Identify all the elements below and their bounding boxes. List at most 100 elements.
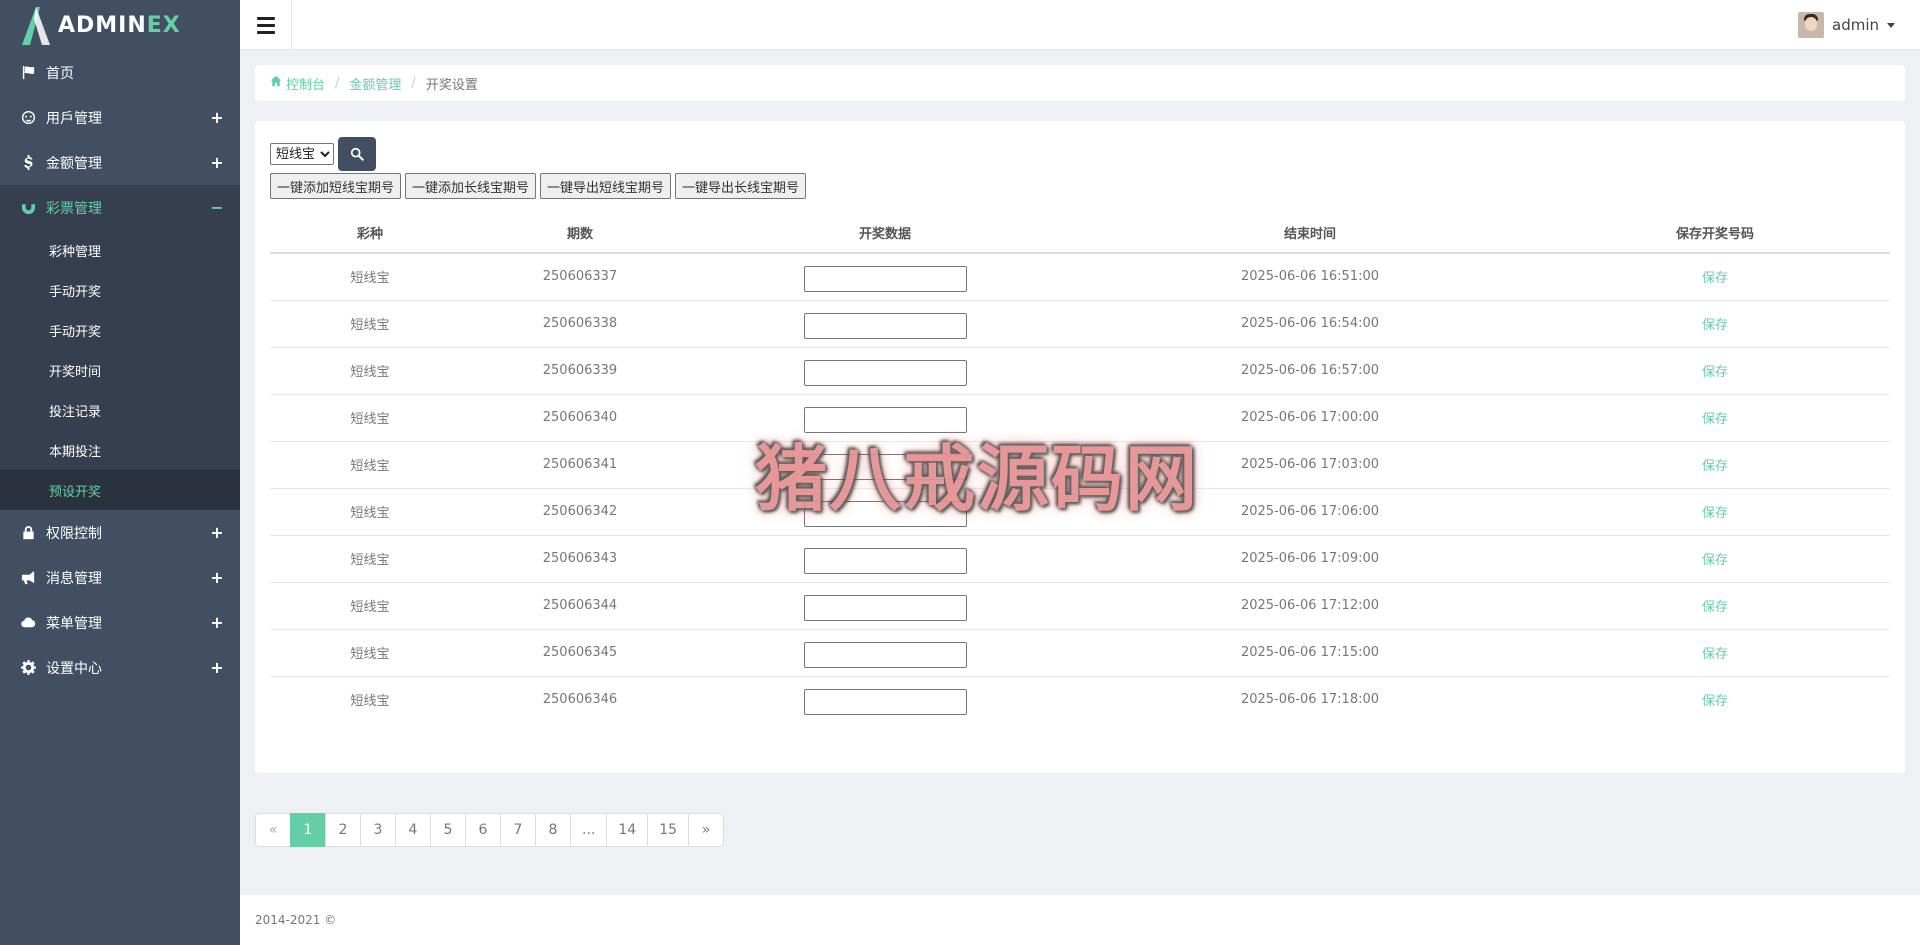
avatar xyxy=(1798,12,1824,38)
column-header-end-time: 结束时间 xyxy=(1080,213,1540,254)
pagination-page[interactable]: 15 xyxy=(647,813,690,847)
sidebar-item-home[interactable]: 首页 xyxy=(0,50,240,95)
sidebar-item-lottery[interactable]: 彩票管理 − xyxy=(0,185,240,230)
bullhorn-icon xyxy=(20,570,36,586)
sidebar-item-permissions[interactable]: 权限控制 + xyxy=(0,510,240,555)
submenu-item-manual-draw[interactable]: 手动开奖 xyxy=(0,270,240,310)
save-link[interactable]: 保存 xyxy=(1702,459,1728,474)
sidebar-item-messages[interactable]: 消息管理 + xyxy=(0,555,240,600)
pagination-page[interactable]: 4 xyxy=(395,813,431,847)
username: admin xyxy=(1832,16,1879,34)
save-link[interactable]: 保存 xyxy=(1702,553,1728,568)
pagination-page[interactable]: 2 xyxy=(325,813,361,847)
export-long-periods-button[interactable]: 一键导出长线宝期号 xyxy=(675,173,807,199)
save-link[interactable]: 保存 xyxy=(1702,365,1728,380)
cell-draw-data xyxy=(690,629,1080,677)
cell-draw-data xyxy=(690,253,1080,301)
cell-draw-data xyxy=(690,535,1080,583)
pagination-page[interactable]: 3 xyxy=(360,813,396,847)
caret-down-icon xyxy=(1887,22,1895,28)
submenu-item-draw-time[interactable]: 开奖时间 xyxy=(0,350,240,390)
pagination-page[interactable]: 14 xyxy=(606,813,649,847)
cell-type: 短线宝 xyxy=(270,394,470,442)
cell-type: 短线宝 xyxy=(350,694,390,710)
save-link[interactable]: 保存 xyxy=(1702,506,1728,521)
cell-period: 250606343 xyxy=(470,535,690,583)
save-link[interactable]: 保存 xyxy=(1702,412,1728,427)
pagination-next[interactable]: » xyxy=(688,813,725,847)
home-icon xyxy=(270,75,282,91)
pagination-page: ... xyxy=(570,813,608,847)
cell-save: 保存 xyxy=(1540,300,1890,348)
sidebar-item-label: 彩票管理 xyxy=(46,200,102,217)
save-link[interactable]: 保存 xyxy=(1702,271,1728,286)
export-short-periods-button[interactable]: 一键导出短线宝期号 xyxy=(540,173,672,199)
save-link[interactable]: 保存 xyxy=(1702,318,1728,333)
user-menu[interactable]: admin xyxy=(1798,12,1895,38)
table-row: 短线宝 250606346 2025-06-06 17:18:00 保存 xyxy=(270,676,1890,723)
submenu-item-current-bets[interactable]: 本期投注 xyxy=(0,430,240,470)
pagination-page[interactable]: 8 xyxy=(535,813,571,847)
breadcrumb-separator: / xyxy=(411,75,416,91)
dollar-icon xyxy=(20,155,36,171)
pagination-page[interactable]: 5 xyxy=(430,813,466,847)
sidebar-toggle-button[interactable] xyxy=(240,0,292,50)
cell-period: 250606340 xyxy=(470,394,690,442)
logo[interactable]: ADMINEX xyxy=(0,0,240,50)
sidebar-item-money[interactable]: 金额管理 + xyxy=(0,140,240,185)
draw-number-input[interactable] xyxy=(803,688,967,715)
sidebar-item-menus[interactable]: 菜单管理 + xyxy=(0,600,240,645)
cell-save: 保存 xyxy=(1540,347,1890,395)
save-link[interactable]: 保存 xyxy=(1702,600,1728,615)
breadcrumb-parent-link[interactable]: 金额管理 xyxy=(349,74,401,93)
cell-type: 短线宝 xyxy=(270,300,470,348)
sidebar-item-label: 消息管理 xyxy=(46,570,102,587)
cell-draw-data xyxy=(690,582,1080,630)
cell-save: 保存 xyxy=(1540,253,1890,301)
save-link[interactable]: 保存 xyxy=(1702,647,1728,662)
submenu-item-preset-draw[interactable]: 预设开奖 xyxy=(0,470,240,510)
draw-number-input[interactable] xyxy=(803,594,967,621)
cell-period: 250606345 xyxy=(470,629,690,677)
breadcrumb-home-link[interactable]: 控制台 xyxy=(286,74,325,93)
submenu-item-lottery-types[interactable]: 彩种管理 xyxy=(0,230,240,270)
pagination-page[interactable]: 1 xyxy=(290,813,326,847)
draw-number-input[interactable] xyxy=(803,641,967,668)
user-icon xyxy=(20,110,36,126)
cell-type: 短线宝 xyxy=(270,441,470,489)
search-button[interactable] xyxy=(338,137,376,171)
draw-number-input[interactable] xyxy=(803,359,967,386)
cell-save: 保存 xyxy=(1540,629,1890,677)
cell-end-time: 2025-06-06 17:12:00 xyxy=(1080,582,1540,630)
sidebar-item-users[interactable]: 用戶管理 + xyxy=(0,95,240,140)
cell-save: 保存 xyxy=(1540,441,1890,489)
submenu-item-bet-records[interactable]: 投注记录 xyxy=(0,390,240,430)
pagination-page[interactable]: 7 xyxy=(500,813,536,847)
pagination-page[interactable]: 6 xyxy=(465,813,501,847)
sidebar-nav: 首页 用戶管理 + 金额管理 + 彩票管理 − xyxy=(0,50,240,230)
draw-number-input[interactable] xyxy=(803,312,967,339)
table-header-row: 彩种 期数 开奖数据 结束时间 保存开奖号码 xyxy=(270,213,1890,254)
cell-period: 250606337 xyxy=(470,253,690,301)
cell-end-time: 2025-06-06 17:09:00 xyxy=(1080,535,1540,583)
draw-number-input[interactable] xyxy=(803,265,967,292)
expand-icon: + xyxy=(210,153,224,172)
collapse-icon: − xyxy=(210,198,224,217)
gear-icon xyxy=(20,660,36,676)
cell-type: 短线宝 xyxy=(270,488,470,536)
expand-icon: + xyxy=(210,108,224,127)
submenu-item-manual-draw-2[interactable]: 手动开奖 xyxy=(0,310,240,350)
draw-number-input[interactable] xyxy=(803,547,967,574)
cell-period: 250606339 xyxy=(470,347,690,395)
sidebar: ADMINEX 首页 用戶管理 + 金额管理 + 彩票管理 − 彩种管理 手动开… xyxy=(0,0,240,945)
cell-type: 短线宝 xyxy=(270,629,470,677)
add-short-periods-button[interactable]: 一键添加短线宝期号 xyxy=(270,173,402,199)
cell-draw-data xyxy=(690,676,1080,723)
save-link[interactable]: 保存 xyxy=(1702,694,1728,709)
lottery-type-select[interactable]: 短线宝 xyxy=(270,143,334,165)
pagination-prev[interactable]: « xyxy=(255,813,291,847)
cell-end-time: 2025-06-06 17:15:00 xyxy=(1080,629,1540,677)
add-long-periods-button[interactable]: 一键添加长线宝期号 xyxy=(405,173,537,199)
table-row: 短线宝 250606344 2025-06-06 17:12:00 保存 xyxy=(270,582,1890,630)
sidebar-item-settings[interactable]: 设置中心 + xyxy=(0,645,240,690)
